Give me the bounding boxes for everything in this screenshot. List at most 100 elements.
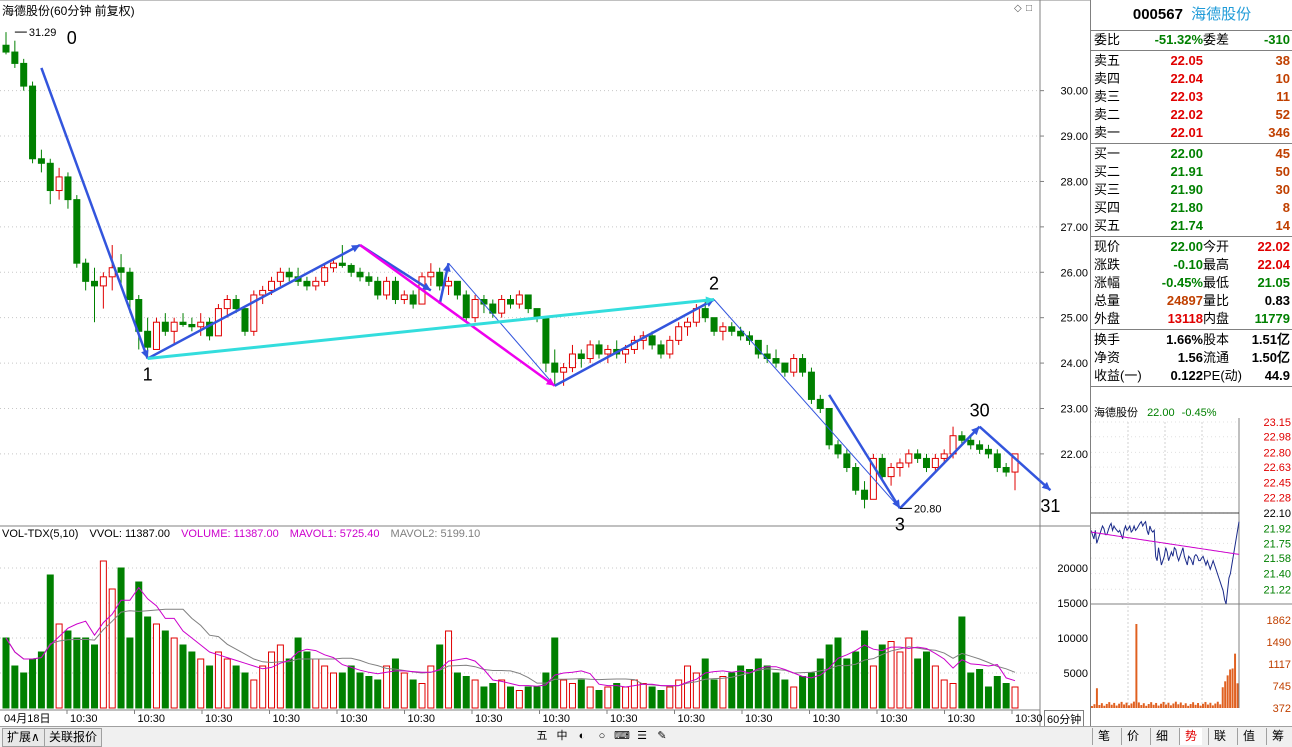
quote-row: 涨跌 -0.10 最高 22.04 — [1091, 256, 1292, 274]
volume-bar — [489, 683, 497, 709]
quote-value-2: 10 — [1275, 71, 1290, 86]
candle-down — [807, 371, 815, 400]
volume-bar — [533, 686, 541, 709]
quote-row: 收益(一) 0.122 PE(动) 44.9 — [1091, 367, 1292, 385]
volume-bar — [666, 686, 674, 709]
time-axis-label: 10:30 — [745, 713, 773, 725]
quote-row: 卖五 22.05 38 — [1091, 52, 1292, 70]
panel-tab[interactable]: 细 — [1150, 728, 1173, 745]
intraday-mini-chart[interactable]: 23.15 22.98 22.80 22.63 22.45 22.28 22.10 21.92… — [1091, 418, 1292, 718]
candle-down — [914, 453, 922, 459]
volume-bar — [276, 644, 284, 709]
volume-bar — [445, 630, 453, 709]
tool-button[interactable]: 五 — [533, 728, 551, 745]
time-axis-label: 10:30 — [273, 713, 301, 725]
quote-value: 21.91 — [1170, 164, 1203, 179]
volume-bar — [391, 658, 399, 709]
price-tick-label: 29.00 — [1060, 131, 1088, 143]
tool-button[interactable]: ◐ — [573, 728, 591, 745]
volume-bar — [993, 676, 1001, 709]
volume-bar — [285, 658, 293, 709]
volume-bar — [471, 679, 479, 709]
tool-button[interactable]: ⌨ — [613, 728, 631, 745]
candle-down — [241, 308, 249, 332]
candle-down — [958, 435, 966, 441]
volume-bar — [312, 658, 320, 709]
candle-up — [152, 321, 160, 350]
kline-chart[interactable]: 30.00 29.00 28.00 27.00 26.00 25.00 24.00 23.00… — [0, 0, 1090, 726]
volume-bar — [400, 672, 408, 709]
panel-tab[interactable]: 价 — [1121, 728, 1144, 745]
volume-bar — [639, 683, 647, 709]
mini-volume-bar — [1179, 702, 1182, 708]
quote-label-2: 最高 — [1203, 257, 1230, 272]
volume-bar — [772, 672, 780, 709]
candle-down — [878, 457, 886, 478]
price-tick-label: 22.00 — [1060, 449, 1088, 461]
quote-label-2: PE(动) — [1203, 368, 1243, 383]
volume-bar — [20, 672, 28, 709]
quote-value: 22.01 — [1170, 125, 1203, 140]
quote-value: 22.02 — [1170, 107, 1203, 122]
candle-up — [604, 348, 612, 355]
volume-bar — [675, 679, 683, 709]
tool-button[interactable]: ○ — [593, 728, 611, 745]
candle-down — [37, 158, 45, 164]
panel-tab[interactable]: 值 — [1237, 728, 1260, 745]
mini-volume-bar — [1209, 702, 1212, 708]
panel-tab[interactable]: 联 — [1208, 728, 1231, 745]
volume-bar — [568, 683, 576, 709]
mini-volume-bar — [1202, 703, 1204, 708]
time-axis-label: 10:30 — [1015, 713, 1043, 725]
price-extreme-label: 31.29 — [29, 27, 57, 39]
tool-button[interactable]: ✎ — [653, 728, 671, 745]
volume-bar — [462, 676, 470, 709]
price-tick-label: 24.00 — [1060, 358, 1088, 370]
layout-toggle-icon[interactable]: ◇ — [1014, 3, 1022, 14]
volume-bar — [684, 665, 692, 709]
expand-tab[interactable]: 扩展∧ — [2, 728, 45, 747]
mini-volume-bar — [1206, 704, 1209, 708]
panel-tab[interactable]: 筹 — [1266, 728, 1289, 745]
candle-down — [453, 280, 461, 296]
volume-bar — [560, 679, 568, 709]
mini-volume-bar — [1162, 701, 1165, 708]
quote-label-2: 股本 — [1203, 332, 1230, 347]
volume-bar — [914, 658, 922, 709]
mini-price-tick: 21.92 — [1263, 524, 1291, 536]
quote-row: 卖三 22.03 11 — [1091, 88, 1292, 106]
candle-up — [887, 467, 895, 478]
mini-price-tick: 22.45 — [1263, 478, 1291, 490]
quote-label: 收益(一) — [1094, 368, 1142, 383]
tool-button[interactable]: 中 — [553, 728, 571, 745]
volume-bar — [799, 676, 807, 709]
candle-down — [11, 51, 19, 64]
volume-bar — [365, 676, 373, 709]
volume-bar — [1011, 686, 1019, 709]
volume-bar — [197, 658, 205, 709]
candle-down — [365, 276, 373, 282]
quote-row: 卖四 22.04 10 — [1091, 70, 1292, 88]
related-quote-tab[interactable]: 关联报价 — [44, 728, 103, 747]
volume-bar — [958, 616, 966, 709]
panel-tab[interactable]: 势 — [1179, 728, 1202, 745]
candle-down — [799, 358, 807, 373]
volume-bar — [232, 665, 240, 709]
candle-down — [82, 262, 90, 282]
quote-row: 外盘 13118 内盘 11779 — [1091, 310, 1292, 328]
quote-label: 外盘 — [1094, 311, 1121, 326]
time-axis-label: 10:30 — [678, 713, 706, 725]
quote-row: 买五 21.74 14 — [1091, 217, 1292, 235]
quote-separator — [1091, 329, 1292, 330]
tool-button[interactable]: ☰ — [633, 728, 651, 745]
maximize-icon[interactable]: □ — [1026, 3, 1032, 14]
quote-label-2: 流通 — [1203, 350, 1230, 365]
candle-down — [64, 176, 72, 201]
mini-volume-bar — [1214, 703, 1217, 708]
mini-price-tick: 21.75 — [1263, 538, 1291, 550]
panel-tab[interactable]: 笔 — [1092, 728, 1115, 745]
wave-label: 30 — [970, 401, 990, 421]
volume-bar — [595, 690, 603, 709]
candle-down — [577, 353, 585, 360]
candle-down — [29, 85, 37, 160]
